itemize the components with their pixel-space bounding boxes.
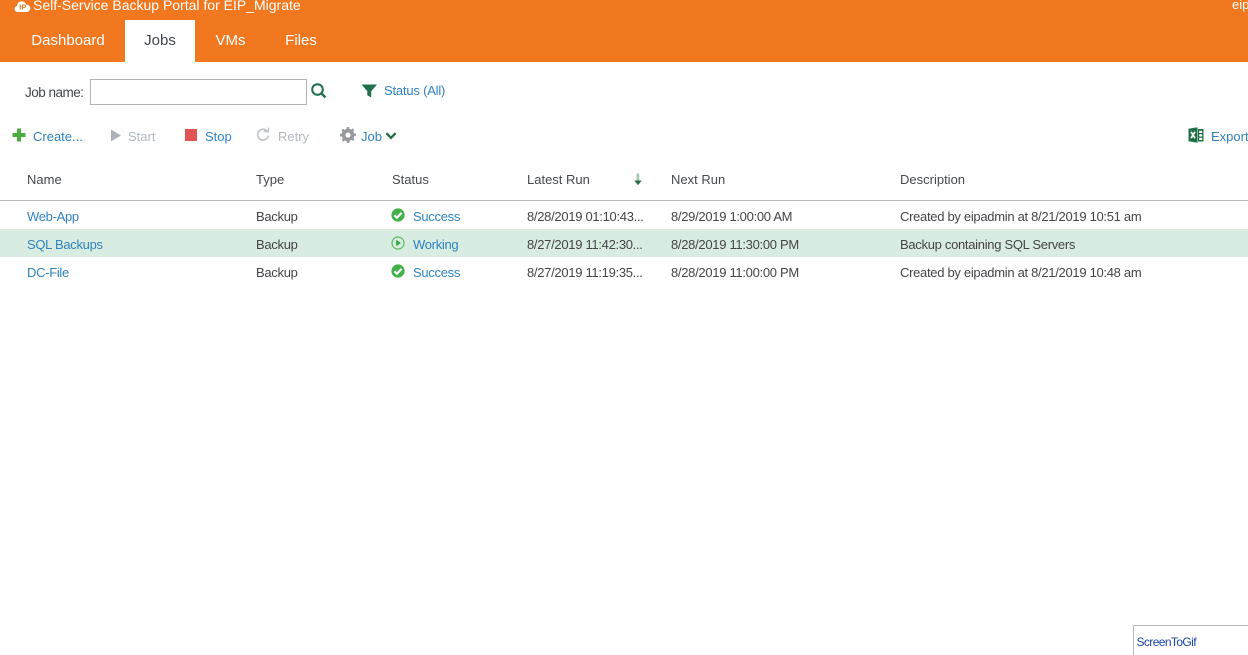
svg-text:IP: IP [19,3,26,12]
